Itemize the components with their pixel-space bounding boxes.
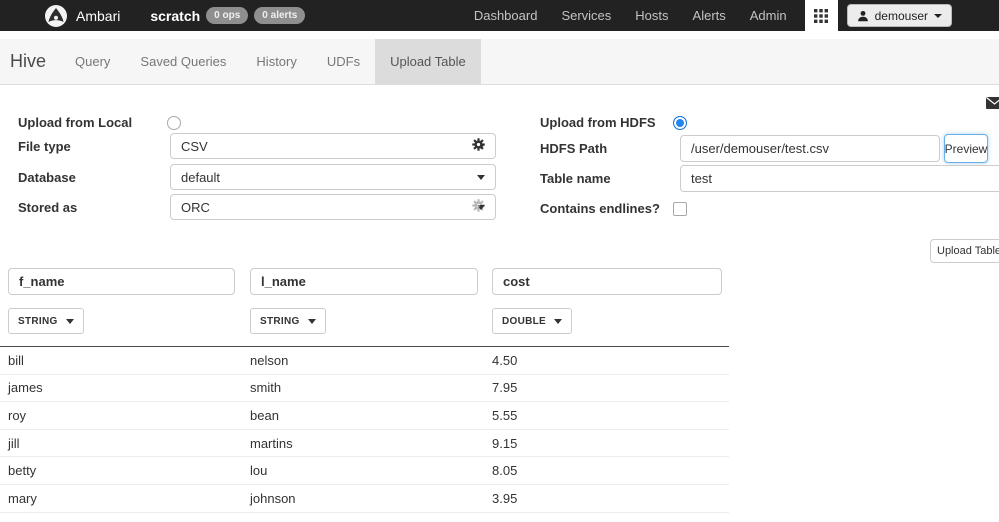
cell-f-name: jill <box>0 436 242 451</box>
table-name-input[interactable] <box>680 165 999 192</box>
user-menu-button[interactable]: demouser <box>847 4 952 27</box>
column-name-input-1[interactable] <box>8 268 235 295</box>
table-row: james smith 7.95 <box>0 375 729 403</box>
upload-from-hdfs-label: Upload from HDFS <box>540 115 656 130</box>
app-title: Hive <box>0 51 60 72</box>
table-row: jill martins 9.15 <box>0 430 729 458</box>
caret-down-icon <box>934 14 942 18</box>
hdfs-path-input[interactable] <box>680 135 940 162</box>
cell-cost: 3.95 <box>484 491 729 506</box>
upload-from-local-radio[interactable] <box>167 116 181 130</box>
cell-f-name: james <box>0 380 242 395</box>
upload-from-local-label: Upload from Local <box>18 115 132 130</box>
tab-upload-table[interactable]: Upload Table <box>375 39 481 84</box>
tab-saved-queries[interactable]: Saved Queries <box>125 39 241 84</box>
cell-l-name: bean <box>242 408 484 423</box>
hdfs-path-label: HDFS Path <box>540 141 607 156</box>
database-value: default <box>181 170 220 185</box>
chevron-down-icon <box>308 319 316 324</box>
column-type-select-1[interactable]: STRING <box>8 308 84 334</box>
file-type-settings-gear-icon[interactable] <box>471 137 486 152</box>
nav-link-hosts[interactable]: Hosts <box>623 0 680 31</box>
page: Ambari scratch 0 ops 0 alerts Dashboard … <box>0 0 999 522</box>
tab-udfs[interactable]: UDFs <box>312 39 375 84</box>
cell-f-name: mary <box>0 491 242 506</box>
ambari-logo[interactable] <box>44 4 68 28</box>
stored-as-value: ORC <box>181 200 210 215</box>
nav-link-services[interactable]: Services <box>549 0 623 31</box>
ops-badge[interactable]: 0 ops <box>206 7 248 24</box>
views-menu-button[interactable] <box>805 0 838 31</box>
nav-link-admin[interactable]: Admin <box>738 0 799 31</box>
preview-button[interactable]: Preview <box>944 134 988 163</box>
stored-as-label: Stored as <box>18 200 77 215</box>
file-type-label: File type <box>18 139 71 154</box>
column-name-input-3[interactable] <box>492 268 722 295</box>
chevron-down-icon <box>477 175 485 180</box>
tab-query[interactable]: Query <box>60 39 125 84</box>
table-name-label: Table name <box>540 171 611 186</box>
upload-table-button[interactable]: Upload Table <box>930 239 999 263</box>
upload-from-hdfs-radio[interactable] <box>673 116 687 130</box>
cell-l-name: smith <box>242 380 484 395</box>
database-label: Database <box>18 170 76 185</box>
cell-l-name: johnson <box>242 491 484 506</box>
cell-l-name: nelson <box>242 353 484 368</box>
ambari-logo-icon <box>44 4 68 28</box>
table-row: mary johnson 3.95 <box>0 485 729 513</box>
column-name-input-2[interactable] <box>250 268 478 295</box>
file-type-select[interactable]: CSV <box>170 133 496 159</box>
cell-cost: 8.05 <box>484 463 729 478</box>
contains-endlines-checkbox[interactable] <box>673 202 687 216</box>
alerts-badge[interactable]: 0 alerts <box>254 7 305 24</box>
brand-name[interactable]: Ambari <box>76 8 120 24</box>
cell-cost: 5.55 <box>484 408 729 423</box>
cell-f-name: roy <box>0 408 242 423</box>
cell-cost: 9.15 <box>484 436 729 451</box>
cluster-name: scratch <box>150 8 200 24</box>
database-select[interactable]: default <box>170 164 496 190</box>
cell-l-name: martins <box>242 436 484 451</box>
column-type-value-1: STRING <box>18 316 58 327</box>
contains-endlines-label: Contains endlines? <box>540 201 660 216</box>
chevron-down-icon <box>554 319 562 324</box>
top-navbar: Ambari scratch 0 ops 0 alerts Dashboard … <box>0 0 999 31</box>
table-row: roy bean 5.55 <box>0 402 729 430</box>
column-type-select-2[interactable]: STRING <box>250 308 326 334</box>
cell-cost: 7.95 <box>484 380 729 395</box>
table-row: betty lou 8.05 <box>0 457 729 485</box>
cell-f-name: bill <box>0 353 242 368</box>
chevron-down-icon <box>66 319 74 324</box>
message-envelope-icon[interactable] <box>986 97 999 109</box>
column-type-select-3[interactable]: DOUBLE <box>492 308 572 334</box>
nav-link-alerts[interactable]: Alerts <box>681 0 738 31</box>
stored-as-select[interactable]: ORC <box>170 194 496 220</box>
cell-cost: 4.50 <box>484 353 729 368</box>
column-type-value-3: DOUBLE <box>502 316 546 327</box>
grid-icon <box>814 9 828 23</box>
cell-f-name: betty <box>0 463 242 478</box>
file-type-value: CSV <box>181 139 208 154</box>
stored-as-settings-gear-icon[interactable] <box>471 198 486 213</box>
column-type-value-2: STRING <box>260 316 300 327</box>
nav-link-dashboard[interactable]: Dashboard <box>462 0 550 31</box>
user-name: demouser <box>875 9 928 23</box>
tab-history[interactable]: History <box>241 39 311 84</box>
preview-data-table: bill nelson 4.50 james smith 7.95 roy be… <box>0 346 729 513</box>
table-row: bill nelson 4.50 <box>0 347 729 375</box>
hive-tabbar: Hive Query Saved Queries History UDFs Up… <box>0 39 999 85</box>
user-icon <box>857 10 869 22</box>
cell-l-name: lou <box>242 463 484 478</box>
